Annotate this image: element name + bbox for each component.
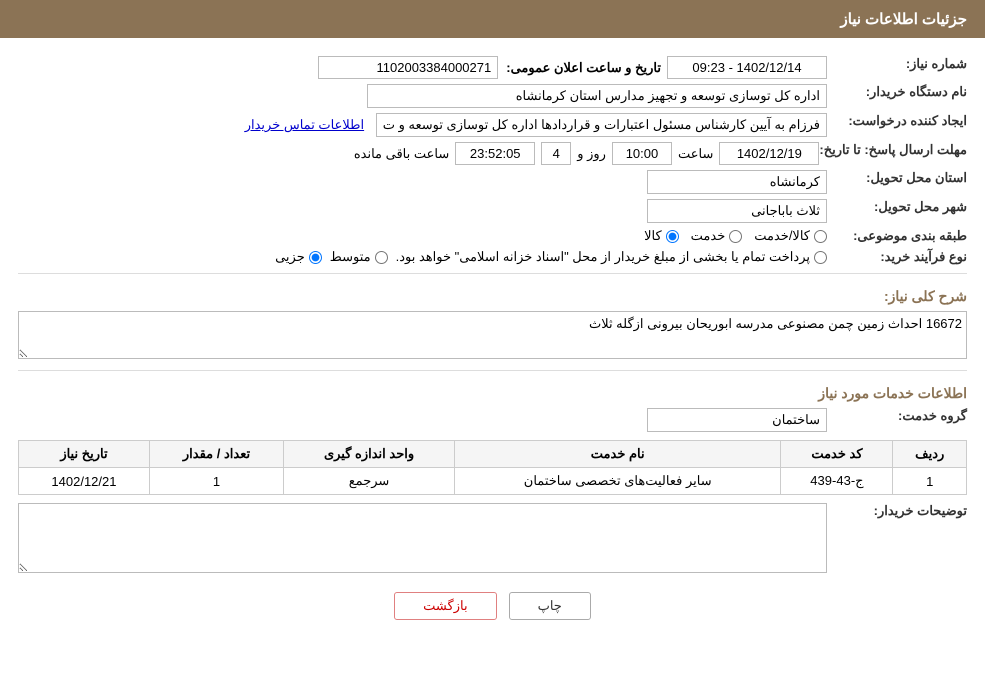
table-cell-quantity: 1: [149, 468, 283, 495]
purchase-type-option-note[interactable]: پرداخت تمام یا بخشی از مبلغ خریدار از مح…: [396, 249, 827, 265]
col-service-code: کد خدمت: [781, 441, 893, 468]
buyer-notes-label: توضیحات خریدار:: [827, 503, 967, 519]
col-date: تاریخ نیاز: [19, 441, 150, 468]
col-quantity: تعداد / مقدار: [149, 441, 283, 468]
col-unit: واحد اندازه گیری: [284, 441, 455, 468]
category-option-khedmat[interactable]: خدمت: [691, 228, 743, 244]
province-label: استان محل تحویل:: [827, 170, 967, 186]
category-label: طبقه بندی موضوعی:: [827, 228, 967, 244]
services-table: ردیف کد خدمت نام خدمت واحد اندازه گیری ت…: [18, 440, 967, 495]
col-row-num: ردیف: [893, 441, 967, 468]
city-value: ثلاث باباجانی: [647, 199, 827, 223]
purchase-type-option-medium[interactable]: متوسط: [330, 249, 388, 265]
table-row: 1ج-43-439سایر فعالیت‌های تخصصی ساختمانسر…: [19, 468, 967, 495]
buyer-org-label: نام دستگاه خریدار:: [827, 84, 967, 100]
buyer-notes-row: توضیحات خریدار:: [18, 503, 967, 576]
service-group-row: گروه خدمت: ساختمان: [18, 408, 967, 432]
table-body: 1ج-43-439سایر فعالیت‌های تخصصی ساختمانسر…: [19, 468, 967, 495]
need-number-row: شماره نیاز: 1102003384000271 1402/12/14 …: [18, 56, 967, 79]
buyer-org-row: نام دستگاه خریدار: اداره کل توسازی توسعه…: [18, 84, 967, 108]
table-cell-name: سایر فعالیت‌های تخصصی ساختمان: [454, 468, 780, 495]
need-number-value: 1102003384000271: [318, 56, 498, 79]
table-cell-code: ج-43-439: [781, 468, 893, 495]
table-cell-unit: سرجمع: [284, 468, 455, 495]
deadline-date-value: 1402/12/19: [719, 142, 819, 165]
service-group-label: گروه خدمت:: [827, 408, 967, 424]
services-section-title: اطلاعات خدمات مورد نیاز: [18, 385, 967, 402]
announce-date-value: 1402/12/14 - 09:23: [667, 56, 827, 79]
requester-value: فرزام به آیین کارشناس مسئول اعتبارات و ق…: [376, 113, 827, 137]
deadline-days-value: 4: [541, 142, 571, 165]
button-bar: چاپ بازگشت: [18, 592, 967, 620]
category-radio-group: کالا/خدمت خدمت کالا: [18, 228, 827, 244]
page-title: جزئیات اطلاعات نیاز: [841, 11, 968, 28]
deadline-time-value: 10:00: [612, 142, 672, 165]
need-number-label: شماره نیاز:: [827, 56, 967, 72]
requester-label: ایجاد کننده درخواست:: [827, 113, 967, 129]
requester-contact-link[interactable]: اطلاعات تماس خریدار: [245, 117, 364, 132]
description-section-title: شرح کلی نیاز:: [18, 288, 967, 305]
category-option-kala[interactable]: کالا: [644, 228, 679, 244]
deadline-countdown-value: 23:52:05: [455, 142, 535, 165]
print-button[interactable]: چاپ: [509, 592, 591, 620]
main-content: شماره نیاز: 1102003384000271 1402/12/14 …: [0, 38, 985, 640]
description-area: [18, 311, 967, 362]
deadline-time-label: ساعت: [678, 146, 713, 162]
purchase-type-option-partial[interactable]: جزیی: [275, 249, 322, 265]
deadline-days-label: روز و: [577, 146, 606, 162]
announce-datetime-label: تاریخ و ساعت اعلان عمومی:: [506, 60, 661, 76]
back-button[interactable]: بازگشت: [394, 592, 496, 620]
deadline-suffix: ساعت باقی مانده: [354, 146, 449, 162]
category-option-kala-khedmat[interactable]: کالا/خدمت: [754, 228, 827, 244]
category-row: طبقه بندی موضوعی: کالا/خدمت خدمت کالا: [18, 228, 967, 244]
province-value: کرمانشاه: [647, 170, 827, 194]
col-service-name: نام خدمت: [454, 441, 780, 468]
deadline-row: مهلت ارسال پاسخ: تا تاریخ: 1402/12/19 سا…: [18, 142, 967, 165]
page-header: جزئیات اطلاعات نیاز: [0, 0, 985, 38]
description-textarea[interactable]: [18, 311, 967, 359]
page-wrapper: جزئیات اطلاعات نیاز شماره نیاز: 11020033…: [0, 0, 985, 691]
service-group-value: ساختمان: [647, 408, 827, 432]
table-header: ردیف کد خدمت نام خدمت واحد اندازه گیری ت…: [19, 441, 967, 468]
city-label: شهر محل تحویل:: [827, 199, 967, 215]
purchase-note-text: پرداخت تمام یا بخشی از مبلغ خریدار از مح…: [396, 249, 810, 265]
deadline-label: مهلت ارسال پاسخ: تا تاریخ:: [819, 142, 967, 158]
table-cell-date: 1402/12/21: [19, 468, 150, 495]
purchase-type-row: نوع فرآیند خرید: پرداخت تمام یا بخشی از …: [18, 249, 967, 265]
buyer-org-value: اداره کل توسازی توسعه و تجهیز مدارس استا…: [367, 84, 827, 108]
buyer-notes-textarea[interactable]: [18, 503, 827, 573]
requester-row: ایجاد کننده درخواست: فرزام به آیین کارشن…: [18, 113, 967, 137]
table-cell-row: 1: [893, 468, 967, 495]
province-row: استان محل تحویل: کرمانشاه: [18, 170, 967, 194]
city-row: شهر محل تحویل: ثلاث باباجانی: [18, 199, 967, 223]
purchase-type-label: نوع فرآیند خرید:: [827, 249, 967, 265]
